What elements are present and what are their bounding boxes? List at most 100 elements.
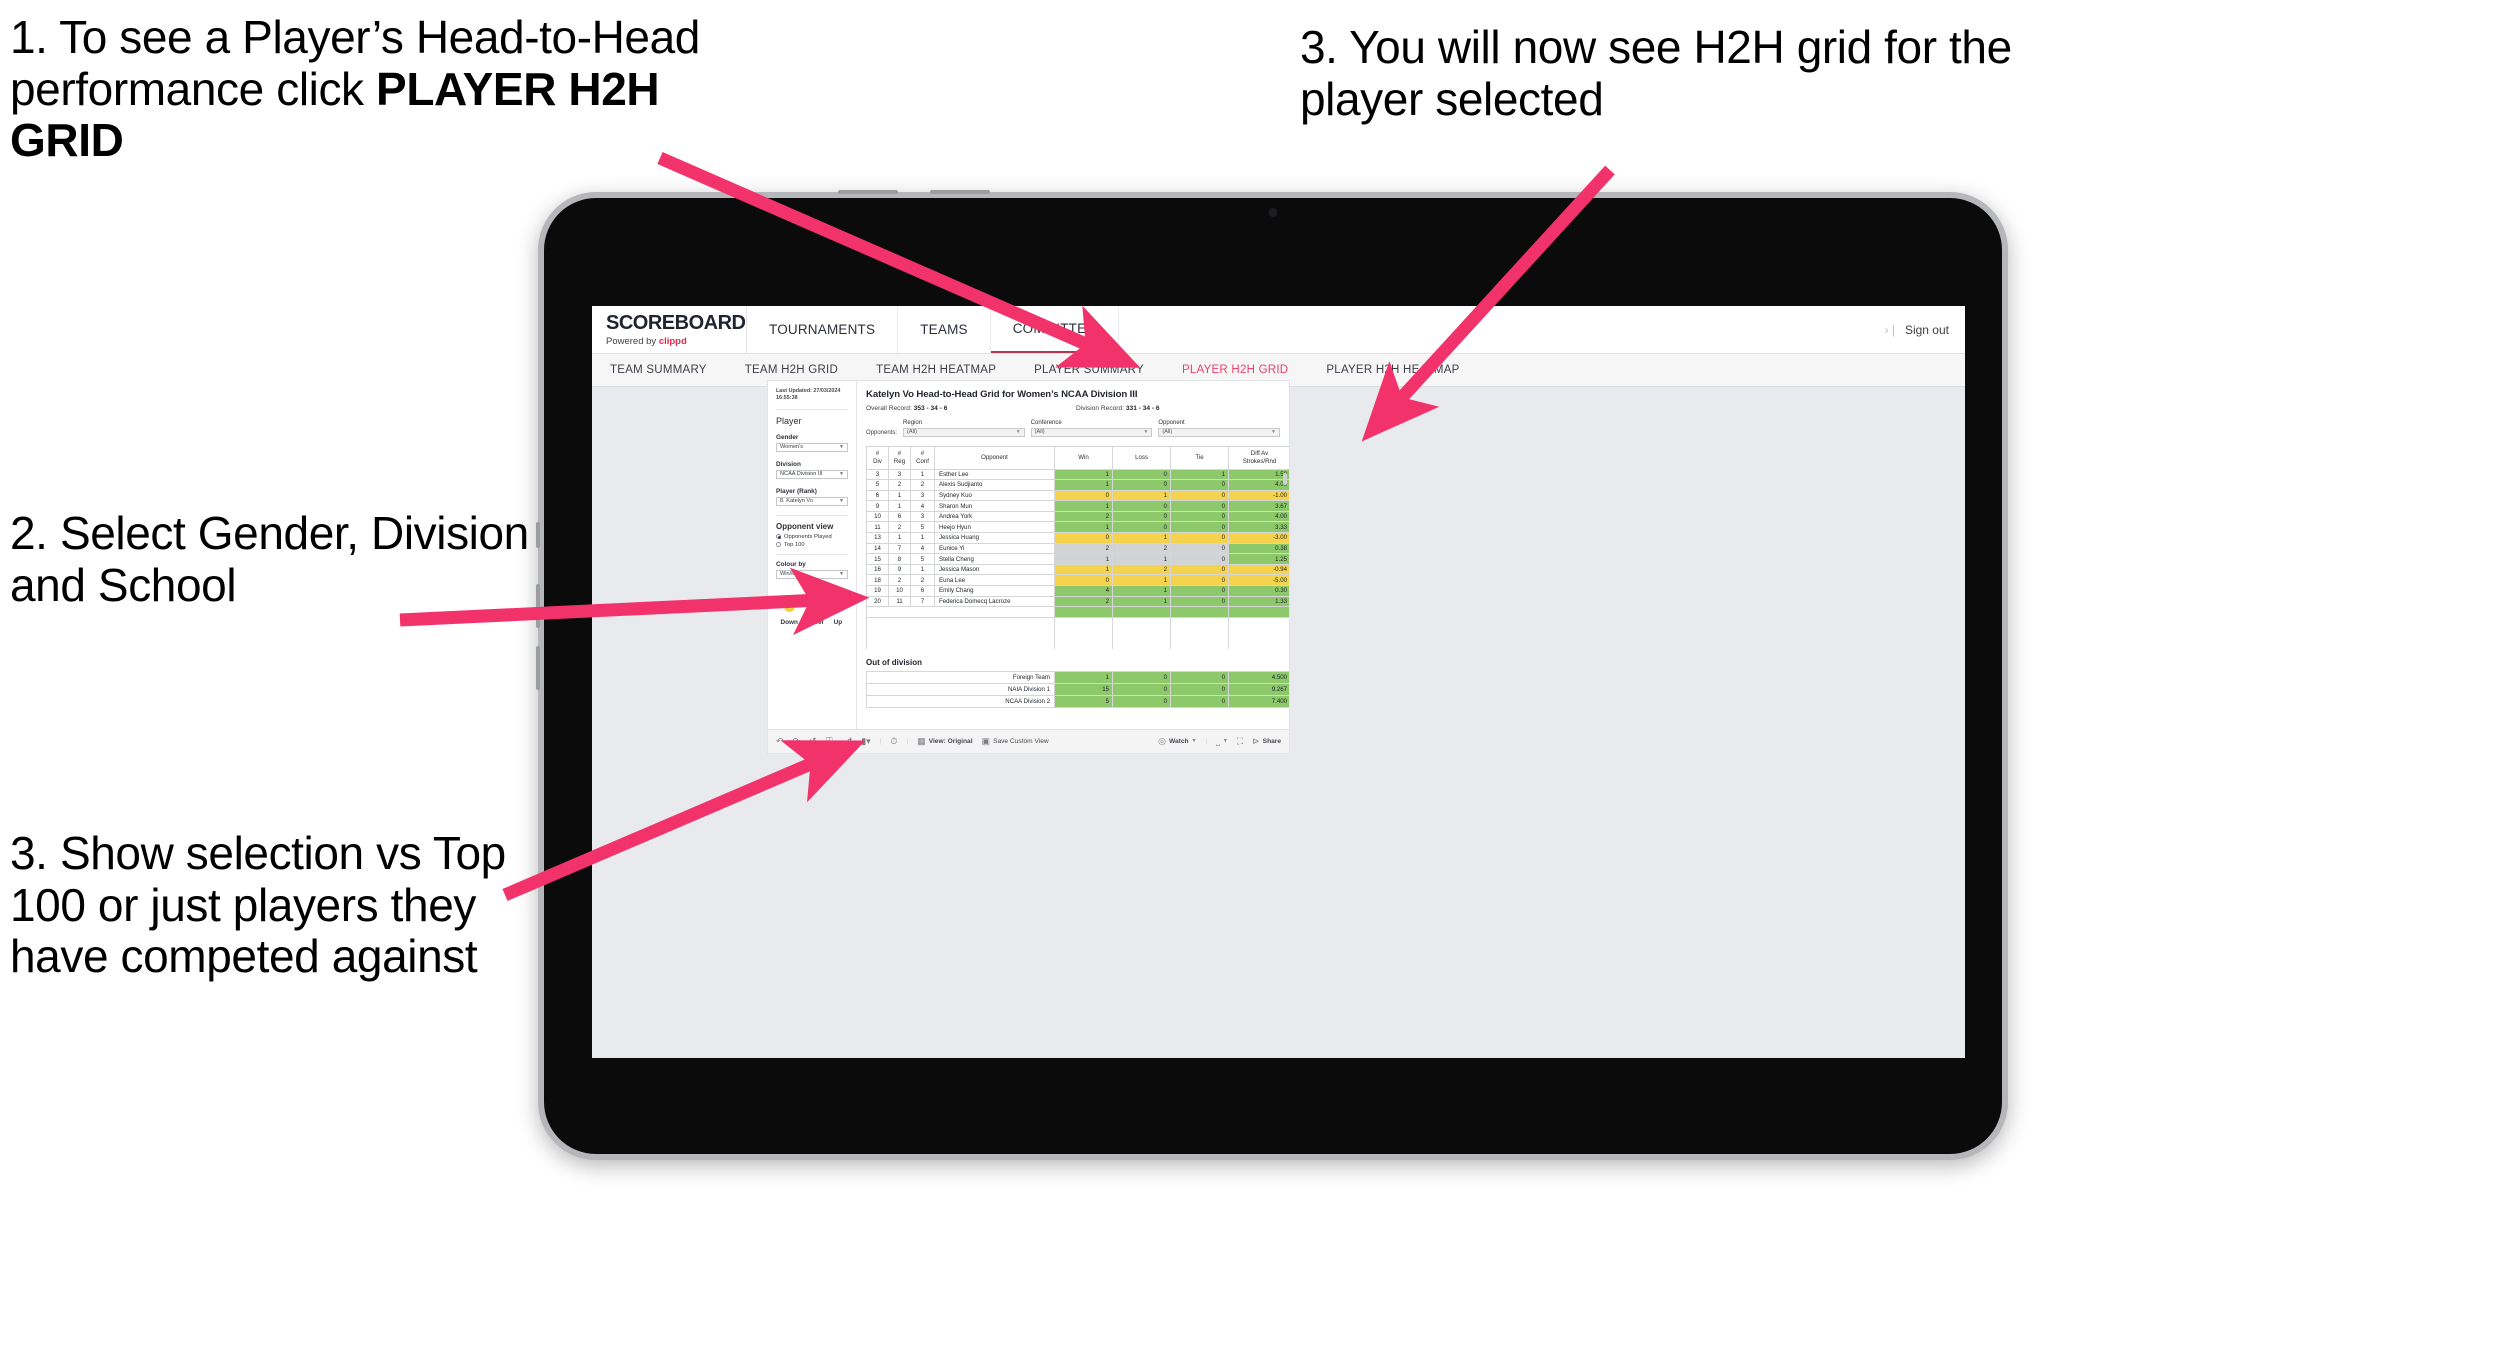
out-of-division-row[interactable]: NCAA Division 25007.40010 <box>866 695 1289 709</box>
layout-icon[interactable]: ▮▾ <box>861 737 870 746</box>
cell-opponent: Esther Lee <box>934 468 1055 481</box>
tab-team-h2h-grid[interactable]: TEAM H2H GRID <box>726 364 857 376</box>
legend-dot-down <box>783 600 795 612</box>
header-right: › | Sign out <box>1885 306 1966 353</box>
tab-player-summary[interactable]: PLAYER SUMMARY <box>1015 364 1163 376</box>
table-row[interactable]: 1585Stella Cheng1101.254 <box>866 553 1289 565</box>
cell-empty <box>1170 617 1229 628</box>
column-header-loss[interactable]: Loss <box>1112 445 1171 470</box>
filter-region-select[interactable]: (All) ▼ <box>903 427 1025 437</box>
column-header-conf[interactable]: # Conf <box>910 445 935 470</box>
view-title: Katelyn Vo Head-to-Head Grid for Women’s… <box>866 389 1138 400</box>
watch-button[interactable]: ◎ Watch ▼ <box>1158 737 1196 746</box>
table-row[interactable]: 613Sydney Kuo010-1.003 <box>866 489 1289 502</box>
column-header-opponent[interactable]: Opponent <box>934 445 1055 470</box>
view-original-button[interactable]: ▦ View: Original <box>917 737 972 746</box>
table-row[interactable]: 1311Jessica Huang010-3.002 <box>866 532 1289 544</box>
cell-empty <box>1170 627 1229 639</box>
gender-select[interactable]: Women's ▼ <box>776 442 848 452</box>
front-camera-icon <box>1268 208 1278 217</box>
cell-opponent: Jessica Huang <box>934 532 1055 544</box>
cell-reg: 9 <box>888 563 911 576</box>
cell-div: 16 <box>866 563 889 576</box>
tab-player-h2h-grid[interactable]: PLAYER H2H GRID <box>1163 364 1307 376</box>
radio-top-100[interactable]: Top 100 <box>776 542 848 548</box>
filter-conference-select[interactable]: (All) ▼ <box>1030 427 1153 437</box>
cell-ood-win: 5 <box>1054 695 1113 709</box>
cell-win: 1 <box>1054 500 1113 512</box>
share-button[interactable]: ⊳ Share <box>1252 737 1281 746</box>
table-row[interactable]: 1691Jessica Mason120-0.947 <box>866 563 1289 576</box>
column-header-div[interactable]: # Div <box>866 445 889 470</box>
sign-out-link[interactable]: Sign out <box>1905 323 1949 337</box>
overall-record: Overall Record: 353 - 34 - 6 <box>866 405 1076 412</box>
cell-tie: 0 <box>1170 479 1229 491</box>
division-label: Division <box>776 460 801 468</box>
cell-div: 9 <box>866 500 889 512</box>
filter-conference-label: Conference <box>1030 420 1062 426</box>
topnav-item-teams[interactable]: TEAMS <box>898 306 991 353</box>
cell-loss: 1 <box>1112 489 1171 502</box>
colour-by-select[interactable]: Win/loss ▼ <box>776 569 848 579</box>
fullscreen-icon[interactable]: ⛶ <box>1237 737 1243 746</box>
chevron-down-icon: ▼ <box>839 571 844 578</box>
tab-team-h2h-heatmap[interactable]: TEAM H2H HEATMAP <box>857 364 1015 376</box>
tab-team-summary[interactable]: TEAM SUMMARY <box>610 364 726 376</box>
cell-div: 6 <box>866 489 889 502</box>
cell-win: 1 <box>1054 563 1113 576</box>
table-row[interactable]: 19106Emily Chang4100.3011 <box>866 585 1289 597</box>
redo-icon[interactable]: ↷ <box>793 737 801 746</box>
cell-opponent: Eunice Yi <box>934 542 1055 555</box>
history-icon[interactable]: ⏱ <box>890 737 897 746</box>
view-original-label: View: Original <box>928 738 973 745</box>
table-row[interactable]: 20117Federica Domecq Lacroze2101.336 <box>866 595 1289 608</box>
tab-player-h2h-heatmap[interactable]: PLAYER H2H HEATMAP <box>1307 364 1478 376</box>
cell-reg: 1 <box>888 489 911 502</box>
panel-divider-3 <box>776 553 848 555</box>
refresh-icon[interactable]: ⎅ <box>826 737 833 746</box>
out-of-division-row[interactable]: Foreign Team1004.5002 <box>866 671 1289 685</box>
cell-loss: 1 <box>1112 532 1171 544</box>
top-navigation: TOURNAMENTS TEAMS COMMITTEE <box>747 306 1119 353</box>
column-header-win[interactable]: Win <box>1054 445 1113 470</box>
table-row[interactable]: 1474Eunice Yi2200.389 <box>866 542 1289 555</box>
division-select[interactable]: NCAA Division III ▼ <box>776 469 848 479</box>
undo-icon[interactable]: ↶ <box>776 737 784 746</box>
save-custom-view-button[interactable]: ▣ Save Custom View <box>982 737 1049 746</box>
out-of-division-row[interactable]: NAIA Division 115009.26730 <box>866 683 1289 697</box>
legend-dot-level <box>809 600 821 612</box>
gender-value: Women's <box>780 444 804 451</box>
filter-opponent-select[interactable]: (All) ▼ <box>1158 427 1280 437</box>
table-row[interactable]: 914Sharon Mun1003.673 <box>866 500 1289 512</box>
table-row[interactable]: 1063Andrea York2004.004 <box>866 510 1289 523</box>
topnav-item-tournaments[interactable]: TOURNAMENTS <box>747 306 899 353</box>
opponent-view-heading: Opponent view <box>776 521 834 531</box>
table-body: 331Esther Lee1011.504522Alexis Sudjianto… <box>866 468 1289 650</box>
view-original-icon: ▦ <box>917 736 926 746</box>
table-row[interactable]: 1125Heejo Hyun1003.333 <box>866 521 1289 534</box>
panel-divider-1 <box>776 408 848 410</box>
table-row-partial[interactable] <box>866 606 1289 618</box>
cell-win: 1 <box>1054 468 1113 481</box>
pause-icon[interactable]: ⎇ <box>842 737 852 746</box>
chevron-down-icon: ▼ <box>1015 429 1021 435</box>
column-header-reg[interactable]: # Reg <box>888 445 911 470</box>
topnav-item-committee[interactable]: COMMITTEE <box>990 306 1119 353</box>
table-row[interactable]: 1822Euna Lee010-5.002 <box>866 574 1289 587</box>
player-rank-select[interactable]: 8. Katelyn Vo ▼ <box>776 496 848 506</box>
brand-logo[interactable]: SCOREBOARD Powered by clippd <box>592 306 747 353</box>
cell-conf: 2 <box>910 479 935 491</box>
cell-opponent: Sharon Mun <box>934 500 1055 512</box>
table-row[interactable]: 331Esther Lee1011.504 <box>866 468 1289 481</box>
column-header-diff-av-strokes-rnd[interactable]: Diff Av Strokes/Rnd <box>1228 445 1289 470</box>
colour-by-label: Colour by <box>776 560 806 568</box>
filter-opponent: Opponent (All) ▼ <box>1158 420 1280 437</box>
column-header-tie[interactable]: Tie <box>1170 445 1229 470</box>
radio-opponents-played[interactable]: Opponents Played <box>776 534 848 540</box>
cell-empty <box>1054 617 1113 628</box>
device-preview-button[interactable]: ⎵ ▼ <box>1216 737 1228 746</box>
visualization-container: Last Updated: 27/03/2024 16:55:38 Player… <box>767 380 1290 755</box>
vertical-scrollbar[interactable] <box>1283 473 1287 485</box>
revert-icon[interactable]: ↺ <box>809 737 817 746</box>
table-row[interactable]: 522Alexis Sudjianto1004.003 <box>866 479 1289 491</box>
